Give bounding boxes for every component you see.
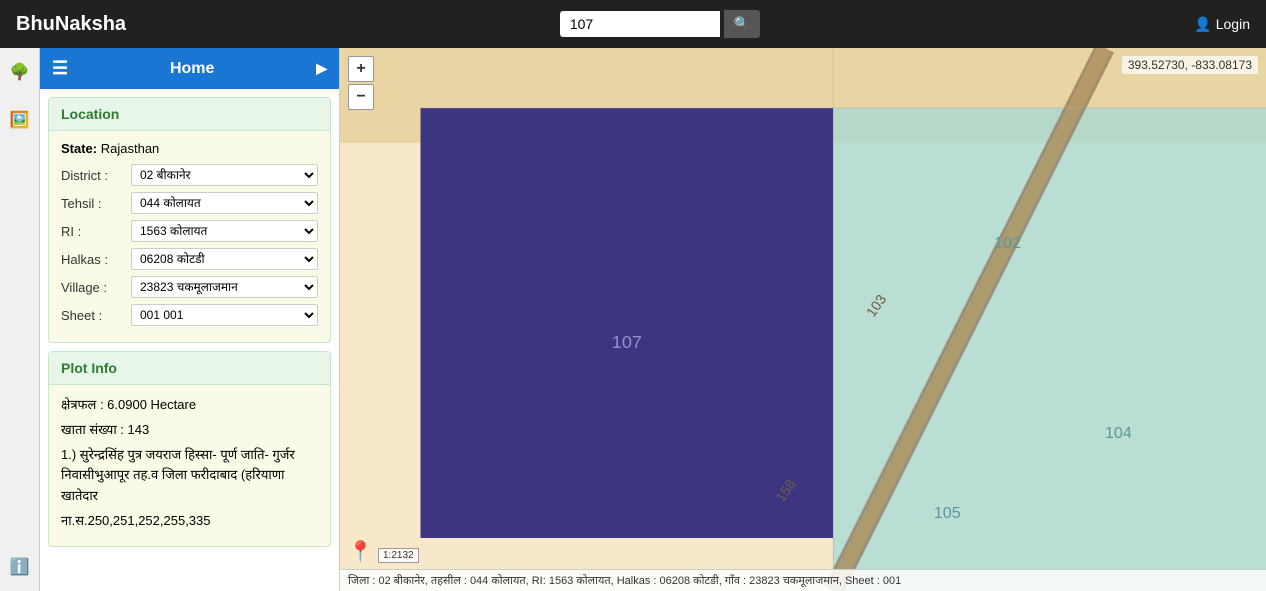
area-info: क्षेत्रफल : 6.0900 Hectare (61, 395, 318, 416)
map-svg: 107 102 104 105 103 158 (340, 48, 1266, 591)
tehsil-select[interactable]: 044 कोलायत (131, 192, 318, 214)
halkas-select[interactable]: 06208 कोटडी (131, 248, 318, 270)
status-bar: जिला : 02 बीकानेर, तहसील : 044 कोलायत, R… (340, 569, 1266, 591)
account-info: खाता संख्या : 143 (61, 420, 318, 441)
brand-logo: BhuNaksha (16, 13, 126, 36)
zoom-in-button[interactable]: + (348, 56, 374, 82)
sheet-row: Sheet : 001 001 (61, 304, 318, 326)
search-area: 🔍 (560, 10, 761, 38)
hamburger-icon[interactable]: ☰ (52, 58, 68, 79)
plot-info-body: क्षेत्रफल : 6.0900 Hectare खाता संख्या :… (49, 385, 330, 546)
state-label: State: (61, 141, 97, 156)
owner-info: 1.) सुरेन्द्रसिंह पुत्र जयराज हिस्सा- पू… (61, 445, 318, 507)
image-icon-button[interactable]: 🖼️ (4, 104, 36, 136)
ri-select[interactable]: 1563 कोलायत (131, 220, 318, 242)
svg-text:107: 107 (612, 332, 642, 352)
search-input[interactable] (560, 11, 720, 37)
info-icon-button[interactable]: ℹ️ (4, 551, 36, 583)
plot-info-section: Plot Info क्षेत्रफल : 6.0900 Hectare खात… (48, 351, 331, 547)
khasra-info: ना.स.250,251,252,255,335 (61, 511, 318, 532)
halkas-row: Halkas : 06208 कोटडी (61, 248, 318, 270)
navbar: BhuNaksha 🔍 👤 Login (0, 0, 1266, 48)
svg-text:104: 104 (1105, 424, 1132, 442)
collapse-icon[interactable]: ▶ (316, 60, 327, 77)
coordinates-display: 393.52730, -833.08173 (1122, 56, 1258, 74)
ri-label: RI : (61, 224, 131, 239)
district-row: District : 02 बीकानेर (61, 164, 318, 186)
login-button[interactable]: 👤 Login (1194, 16, 1250, 33)
village-label: Village : (61, 280, 131, 295)
location-body: State: Rajasthan District : 02 बीकानेर T… (49, 131, 330, 342)
location-title: Location (49, 98, 330, 131)
sheet-label: Sheet : (61, 308, 131, 323)
map-area[interactable]: 107 102 104 105 103 158 + − 393.52730, -… (340, 48, 1266, 591)
map-controls: + − (348, 56, 374, 110)
person-icon: 👤 (1194, 16, 1211, 33)
village-row: Village : 23823 चकमूलाजमान (61, 276, 318, 298)
map-scale: 1:2132 (378, 548, 419, 563)
left-panel: ☰ Home ▶ Location State: Rajasthan Distr… (40, 48, 340, 591)
halkas-label: Halkas : (61, 252, 131, 267)
login-label: Login (1216, 16, 1250, 32)
tehsil-label: Tehsil : (61, 196, 131, 211)
search-button[interactable]: 🔍 (724, 10, 761, 38)
panel-title: Home (170, 60, 214, 78)
plot-info-title: Plot Info (49, 352, 330, 385)
location-section: Location State: Rajasthan District : 02 … (48, 97, 331, 343)
icon-sidebar: 🌳 🖼️ ℹ️ (0, 48, 40, 591)
zoom-out-button[interactable]: − (348, 84, 374, 110)
district-select[interactable]: 02 बीकानेर (131, 164, 318, 186)
map-pin-icon: 📍 (348, 539, 372, 563)
tehsil-row: Tehsil : 044 कोलायत (61, 192, 318, 214)
state-value: Rajasthan (101, 141, 160, 156)
tree-icon-button[interactable]: 🌳 (4, 56, 36, 88)
ri-row: RI : 1563 कोलायत (61, 220, 318, 242)
state-row: State: Rajasthan (61, 141, 318, 156)
svg-text:105: 105 (934, 504, 961, 522)
district-label: District : (61, 168, 131, 183)
main-layout: 🌳 🖼️ ℹ️ ☰ Home ▶ Location State: Rajasth… (0, 48, 1266, 591)
panel-header: ☰ Home ▶ (40, 48, 339, 89)
village-select[interactable]: 23823 चकमूलाजमान (131, 276, 318, 298)
svg-text:102: 102 (994, 234, 1021, 252)
sheet-select[interactable]: 001 001 (131, 304, 318, 326)
